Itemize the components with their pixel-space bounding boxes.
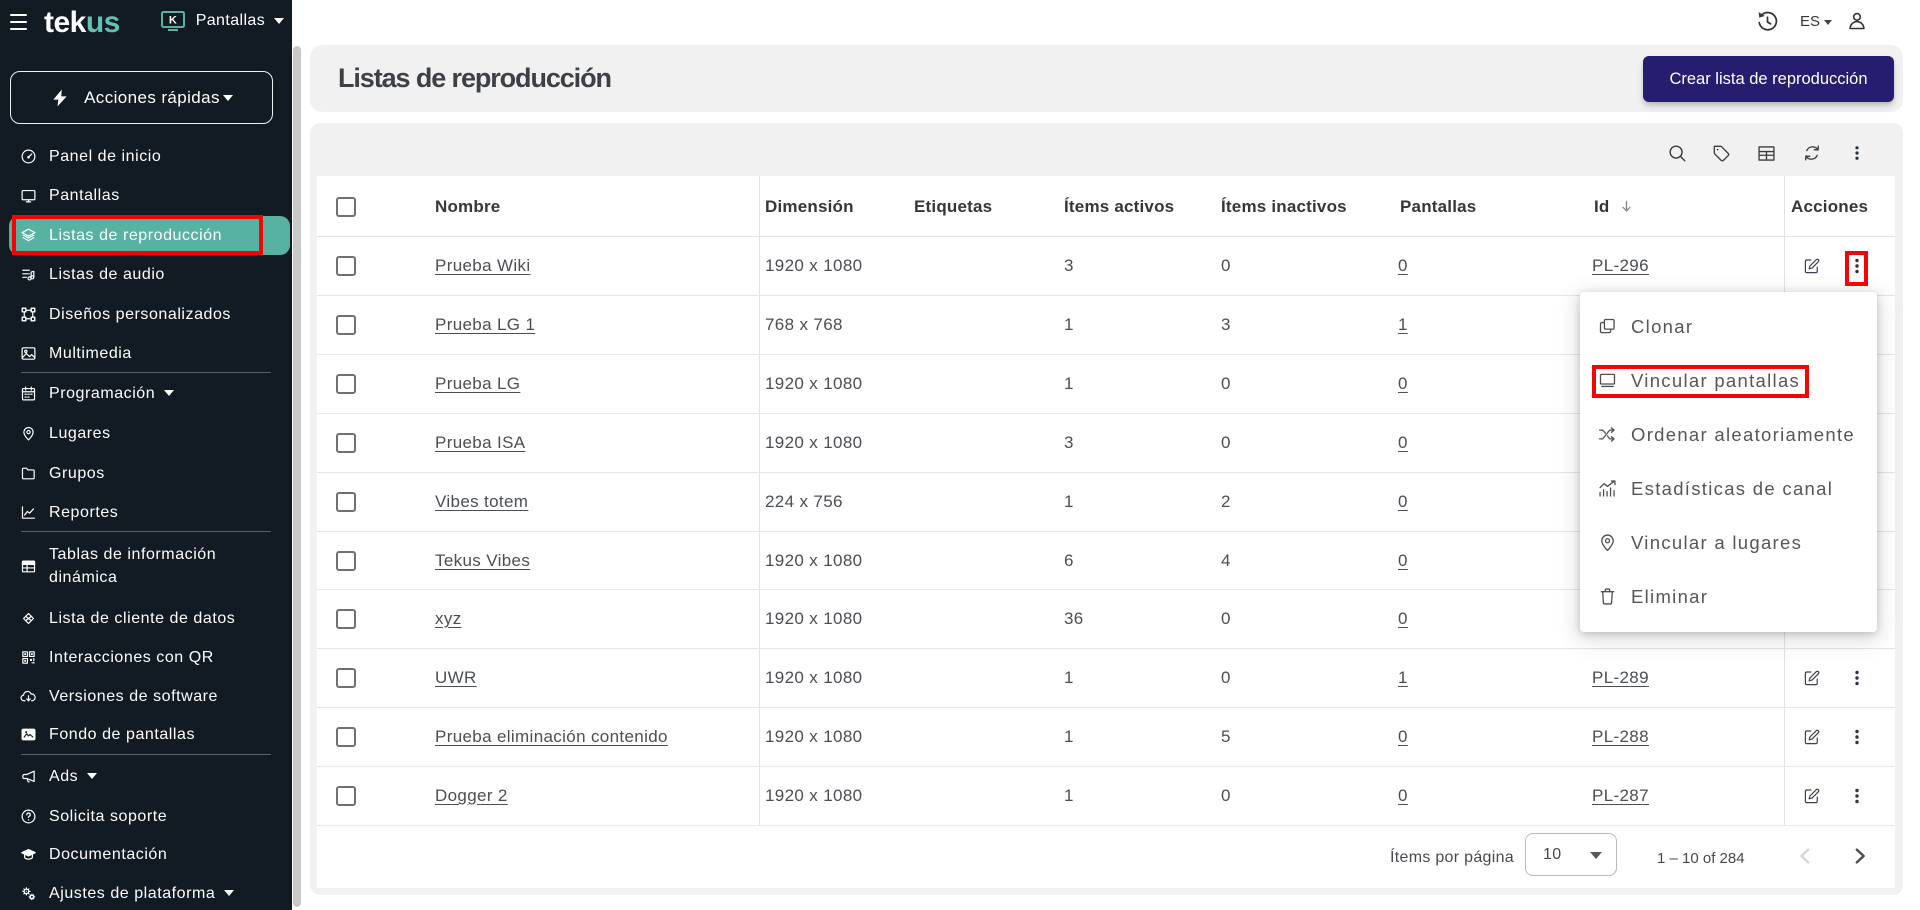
svg-text:K: K (169, 15, 177, 27)
